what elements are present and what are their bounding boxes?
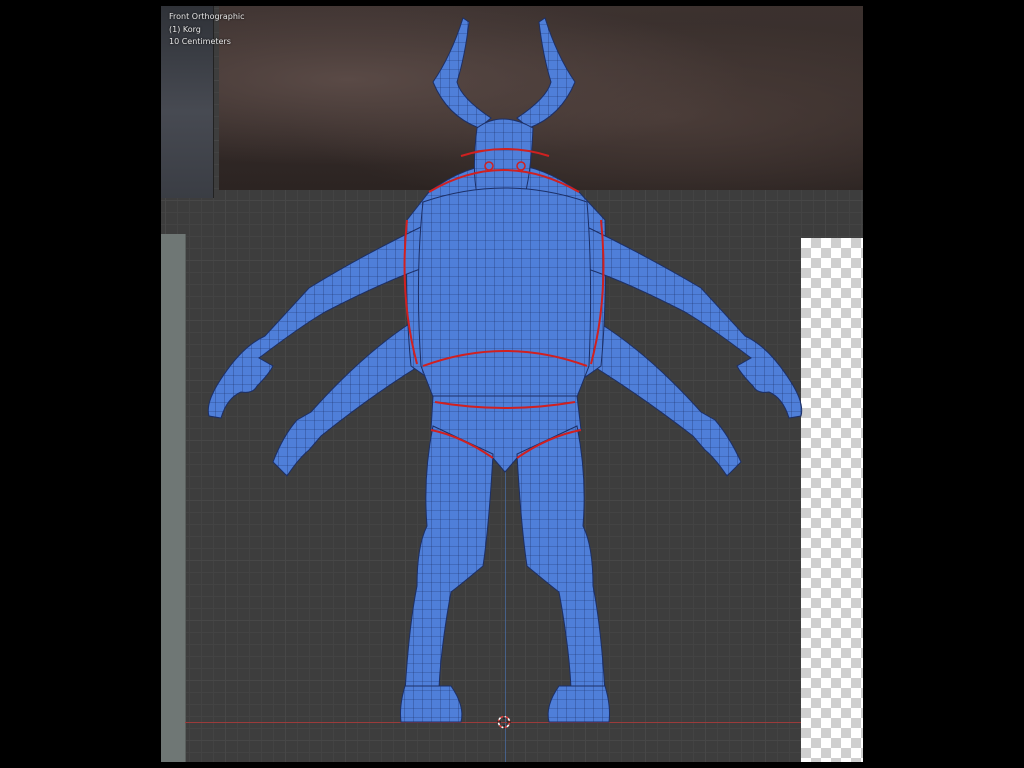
right-leg (516, 425, 606, 693)
korg-mesh[interactable] (161, 6, 863, 762)
view-name-label: Front Orthographic (169, 12, 245, 21)
torso (417, 187, 592, 403)
viewport-info-overlay: Front Orthographic (1) Korg 10 Centimete… (169, 11, 245, 49)
back-arm-left (272, 323, 420, 477)
front-arm-right (584, 225, 803, 419)
back-arm-right (592, 323, 742, 477)
front-arm-left (207, 225, 424, 419)
left-foot (400, 685, 463, 723)
right-eye (516, 161, 526, 171)
grid-scale-label: 10 Centimeters (169, 37, 231, 46)
left-horn (432, 17, 492, 129)
3d-cursor-icon[interactable] (497, 715, 511, 729)
object-name-label: (1) Korg (169, 24, 201, 34)
3d-viewport[interactable]: Front Orthographic (1) Korg 10 Centimete… (161, 6, 863, 762)
right-horn (516, 17, 576, 129)
left-leg (404, 425, 494, 693)
right-foot (547, 685, 610, 723)
left-eye (484, 161, 494, 171)
